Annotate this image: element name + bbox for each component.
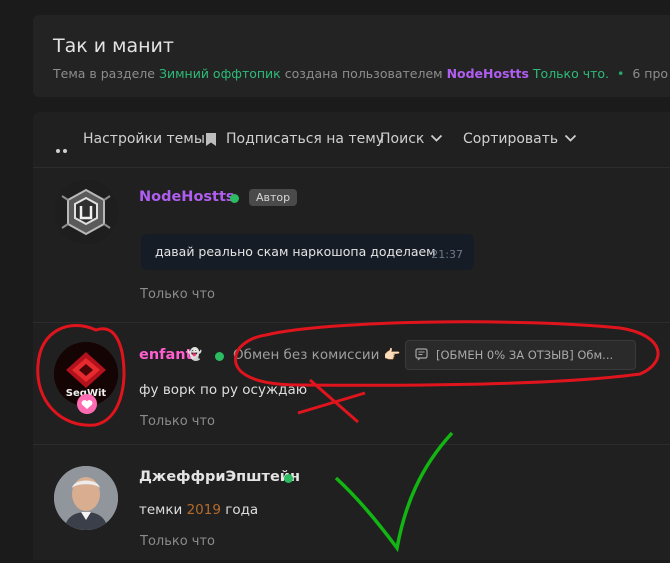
online-indicator <box>284 474 293 483</box>
section-link[interactable]: Зимний оффтопик <box>159 66 281 81</box>
avatar[interactable] <box>54 466 118 530</box>
thread-header: Так и манит Тема в разделе Зимний оффтоп… <box>33 15 670 97</box>
author-badge: Автор <box>249 189 298 206</box>
created-time: Только что. <box>532 66 610 81</box>
ghost-icon: 👻 <box>187 347 202 361</box>
post-text: темки 2019 года <box>139 502 258 518</box>
post-text-year: 2019 <box>186 502 221 518</box>
post-time[interactable]: Только что <box>140 287 215 302</box>
trade-link-text: [ОБМЕН 0% ЗА ОТЗЫВ] Обм... <box>436 348 614 362</box>
search-button[interactable]: Поиск <box>380 131 424 147</box>
replies-count: 6 про <box>632 66 669 81</box>
page-title: Так и манит <box>53 35 174 57</box>
avatar-logo-icon <box>54 180 118 244</box>
post-text-part: года <box>220 502 259 518</box>
post-username[interactable]: NodeHostts <box>139 189 235 205</box>
posts-list: NodeHostts Автор давай реально скам нарк… <box>33 168 670 560</box>
pointing-hand-icon: 👉🏻 <box>383 347 401 363</box>
online-indicator <box>215 352 224 361</box>
chevron-down-icon <box>564 134 577 142</box>
more-dots-icon[interactable] <box>56 138 76 172</box>
post-time[interactable]: Только что <box>140 414 215 429</box>
trade-link[interactable]: [ОБМЕН 0% ЗА ОТЗЫВ] Обм... <box>405 340 636 370</box>
meta-dot: • <box>617 66 625 81</box>
sort-button[interactable]: Сортировать <box>463 131 558 147</box>
post-time[interactable]: Только что <box>140 534 215 549</box>
user-status: Обмен без комиссии 👉🏻 <box>233 347 401 363</box>
thread-toolbar: Настройки темы Подписаться на тему Поиск… <box>33 112 670 172</box>
message-bubble: давай реально скам наркошопа доделаем 21… <box>141 234 474 270</box>
post-item: NodeHostts Автор давай реально скам нарк… <box>33 168 670 321</box>
chevron-down-icon <box>430 134 443 142</box>
online-indicator <box>230 194 239 203</box>
message-time: 21:37 <box>431 248 463 261</box>
author-link[interactable]: NodeHostts <box>447 66 529 81</box>
bookmark-icon <box>206 133 216 146</box>
avatar-photo-icon <box>54 466 118 530</box>
post-text: фу ворк по ру осуждаю <box>139 382 308 398</box>
post-item: ДжеффриЭпштейн темки 2019 года Только чт… <box>33 444 670 563</box>
meta-middle: создана пользователем <box>284 66 443 81</box>
thread-meta: Тема в разделе Зимний оффтопик создана п… <box>53 66 668 81</box>
message-text: давай реально скам наркошопа доделаем <box>155 244 436 259</box>
heart-badge-icon <box>77 394 97 414</box>
chat-icon <box>415 348 428 361</box>
avatar[interactable] <box>54 180 118 244</box>
post-item: SegWit enfant 👻 Обмен без комиссии 👉🏻 [О… <box>33 322 670 444</box>
post-text-part: темки <box>139 502 187 518</box>
thread-settings-button[interactable]: Настройки темы <box>83 131 205 147</box>
meta-prefix: Тема в разделе <box>53 66 155 81</box>
post-username[interactable]: enfant <box>139 347 193 363</box>
user-status-text: Обмен без комиссии <box>233 347 380 363</box>
post-username[interactable]: ДжеффриЭпштейн <box>139 469 300 485</box>
subscribe-button[interactable]: Подписаться на тему <box>226 131 384 147</box>
